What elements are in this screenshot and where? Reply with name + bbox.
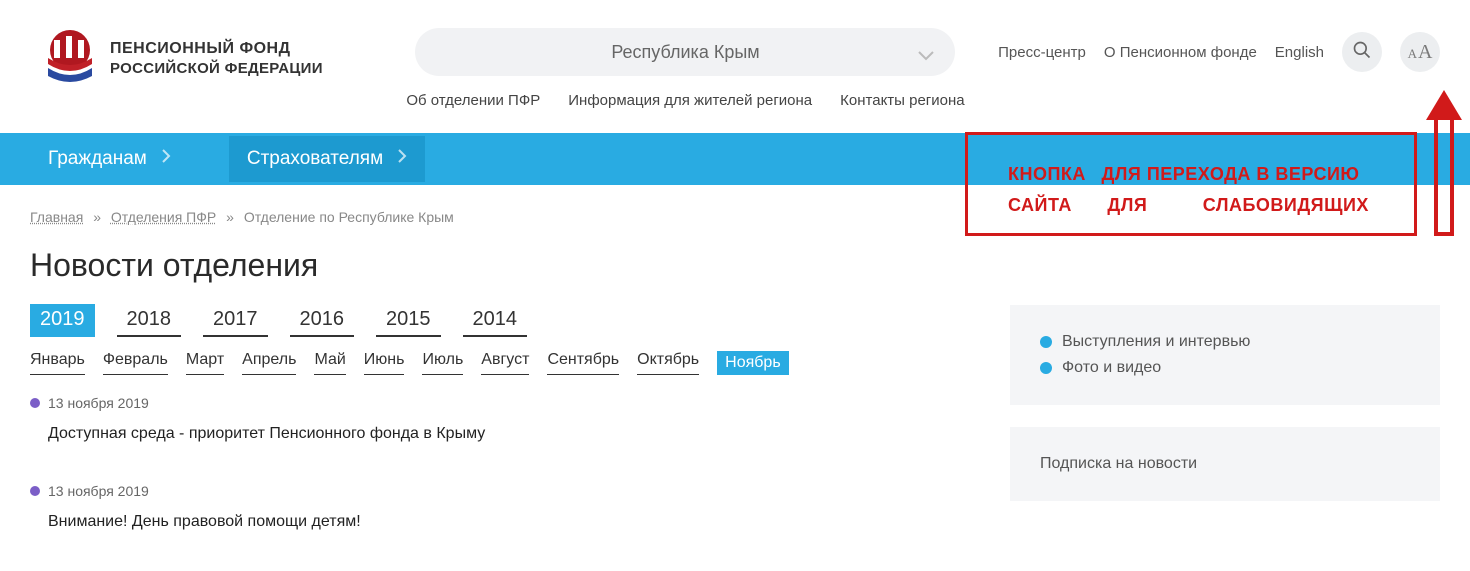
news-item: 13 ноября 2019 Доступная среда - приорит… xyxy=(30,395,980,443)
year-tab-2015[interactable]: 2015 xyxy=(376,304,441,337)
search-icon xyxy=(1352,40,1372,64)
link-press[interactable]: Пресс-центр xyxy=(998,44,1086,61)
year-tab-2018[interactable]: 2018 xyxy=(117,304,182,337)
link-english[interactable]: English xyxy=(1275,44,1324,61)
news-title[interactable]: Доступная среда - приоритет Пенсионного … xyxy=(48,425,980,443)
month-tab[interactable]: Июль xyxy=(422,351,463,375)
link-about-fund[interactable]: О Пенсионном фонде xyxy=(1104,44,1257,61)
bullet-icon xyxy=(30,486,40,496)
top-right-links: Пресс-центр О Пенсионном фонде English A… xyxy=(998,28,1440,76)
chevron-right-icon xyxy=(397,148,407,170)
year-tabs: 2019 2018 2017 2016 2015 2014 xyxy=(30,304,980,337)
month-tabs: Январь Февраль Март Апрель Май Июнь Июль… xyxy=(30,351,980,375)
breadcrumb-current: Отделение по Республике Крым xyxy=(244,209,454,225)
breadcrumb-sep: » xyxy=(226,209,234,225)
logo-text-1: ПЕНСИОННЫЙ ФОНД xyxy=(110,40,323,58)
month-tab[interactable]: Февраль xyxy=(103,351,168,375)
year-tab-2017[interactable]: 2017 xyxy=(203,304,268,337)
month-tab[interactable]: Август xyxy=(481,351,529,375)
bullet-icon xyxy=(30,398,40,408)
logo-icon xyxy=(40,28,100,88)
subnav-contacts[interactable]: Контакты региона xyxy=(840,92,964,109)
subnav-about[interactable]: Об отделении ПФР xyxy=(406,92,540,109)
sidebar: Выступления и интервью Фото и видео Подп… xyxy=(1010,305,1440,531)
news-date: 13 ноября 2019 xyxy=(48,395,149,411)
dot-icon xyxy=(1040,362,1052,374)
month-tab[interactable]: Октябрь xyxy=(637,351,699,375)
breadcrumb-home[interactable]: Главная xyxy=(30,209,83,225)
search-button[interactable] xyxy=(1342,32,1382,72)
nav-insurers[interactable]: Страхователям xyxy=(229,136,425,182)
news-list: 13 ноября 2019 Доступная среда - приорит… xyxy=(30,395,980,531)
text-size-icon: AA xyxy=(1408,41,1433,64)
subnav-info[interactable]: Информация для жителей региона xyxy=(568,92,812,109)
header: ПЕНСИОННЫЙ ФОНД РОССИЙСКОЙ ФЕДЕРАЦИИ Рес… xyxy=(0,0,1470,109)
logo-text-2: РОССИЙСКОЙ ФЕДЕРАЦИИ xyxy=(110,60,323,77)
subscribe-title: Подписка на новости xyxy=(1040,455,1197,472)
nav-insurers-label: Страхователям xyxy=(247,148,383,170)
news-title[interactable]: Внимание! День правовой помощи детям! xyxy=(48,513,980,531)
sidebar-links-card: Выступления и интервью Фото и видео xyxy=(1010,305,1440,405)
region-select[interactable]: Республика Крым xyxy=(415,28,955,76)
news-date: 13 ноября 2019 xyxy=(48,483,149,499)
month-tab[interactable]: Июнь xyxy=(364,351,405,375)
year-tab-2014[interactable]: 2014 xyxy=(463,304,528,337)
breadcrumb-departments[interactable]: Отделения ПФР xyxy=(111,209,216,225)
sidebar-link-speeches[interactable]: Выступления и интервью xyxy=(1040,333,1410,351)
chevron-right-icon xyxy=(161,148,171,170)
month-tab[interactable]: Апрель xyxy=(242,351,296,375)
sidebar-link-label: Фото и видео xyxy=(1062,359,1161,377)
month-tab[interactable]: Май xyxy=(314,351,345,375)
page-title: Новости отделения xyxy=(30,247,980,284)
sidebar-subscribe-card: Подписка на новости xyxy=(1010,427,1440,501)
subnav: Об отделении ПФР Информация для жителей … xyxy=(406,92,964,109)
region-selected-label: Республика Крым xyxy=(611,42,759,63)
main-nav: Гражданам Страхователям xyxy=(0,133,1470,185)
dot-icon xyxy=(1040,336,1052,348)
month-tab[interactable]: Март xyxy=(186,351,224,375)
month-tab[interactable]: Сентябрь xyxy=(547,351,619,375)
month-tab-active[interactable]: Ноябрь xyxy=(717,351,789,375)
nav-citizens-label: Гражданам xyxy=(48,148,147,170)
year-tab-2019[interactable]: 2019 xyxy=(30,304,95,337)
logo[interactable]: ПЕНСИОННЫЙ ФОНД РОССИЙСКОЙ ФЕДЕРАЦИИ xyxy=(40,28,323,88)
nav-citizens[interactable]: Гражданам xyxy=(30,136,189,182)
accessibility-button[interactable]: AA xyxy=(1400,32,1440,72)
sidebar-link-label: Выступления и интервью xyxy=(1062,333,1250,351)
breadcrumb: Главная » Отделения ПФР » Отделение по Р… xyxy=(30,209,980,225)
news-item: 13 ноября 2019 Внимание! День правовой п… xyxy=(30,483,980,531)
chevron-down-icon xyxy=(917,46,935,67)
breadcrumb-sep: » xyxy=(93,209,101,225)
year-tab-2016[interactable]: 2016 xyxy=(290,304,355,337)
sidebar-link-media[interactable]: Фото и видео xyxy=(1040,359,1410,377)
month-tab[interactable]: Январь xyxy=(30,351,85,375)
